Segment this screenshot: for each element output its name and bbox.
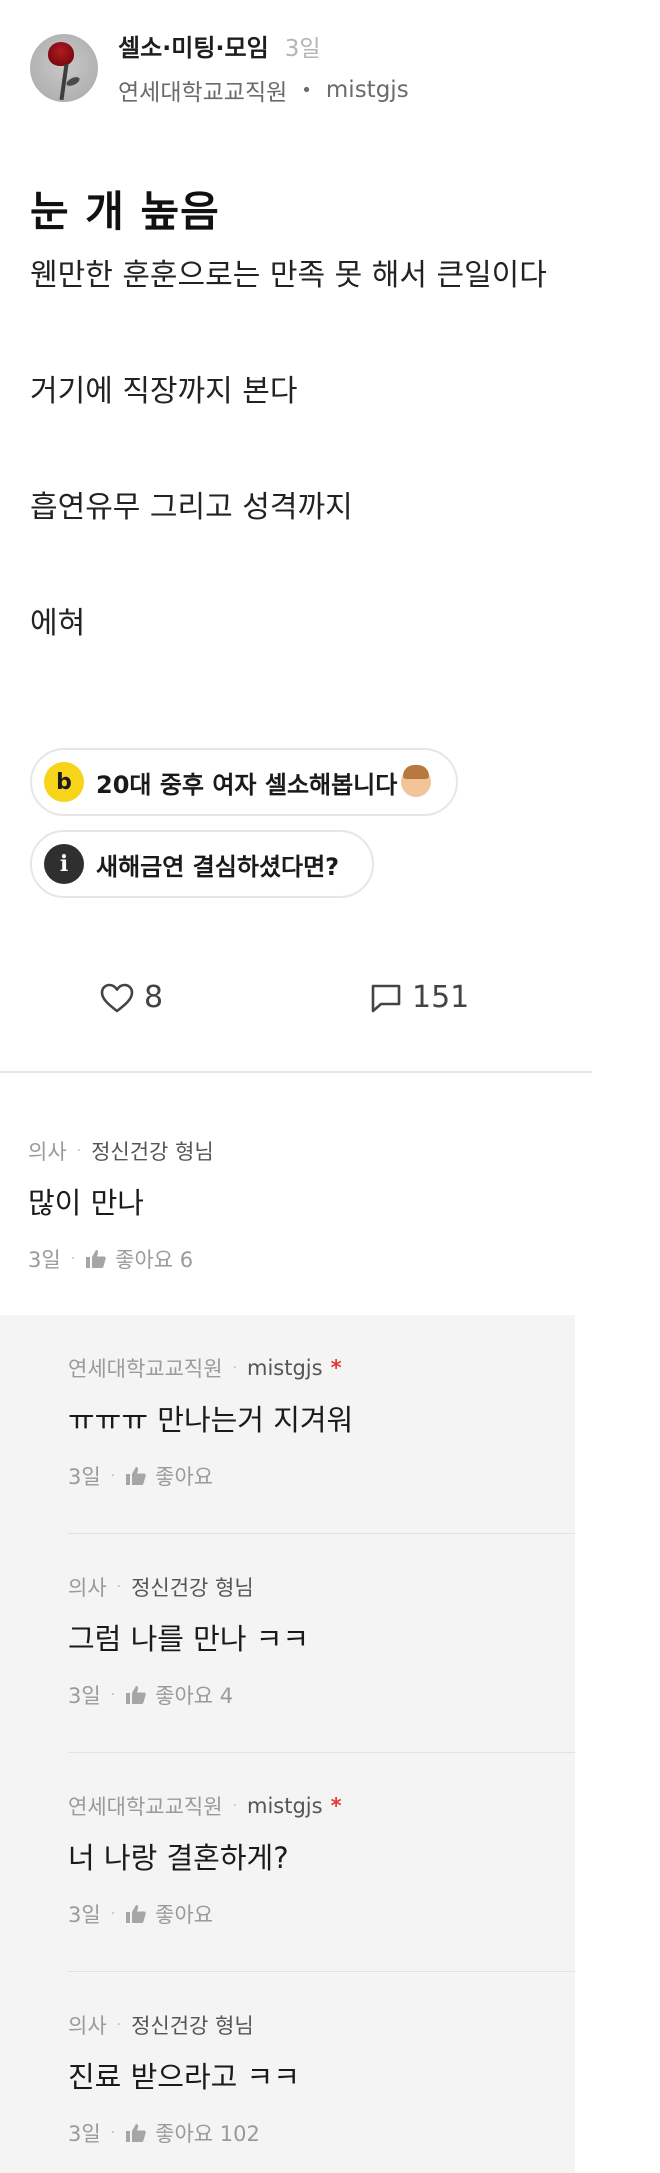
- avatar[interactable]: [30, 33, 98, 102]
- reply: 의사 · 정신건강 형님 진료 받으라고 ㅋㅋ 3일 · 좋아요 102: [68, 1972, 575, 2173]
- speech-bubble-icon: [371, 984, 401, 1012]
- section-divider: [0, 1071, 592, 1073]
- author-mark: *: [330, 1356, 342, 1380]
- like-count: 8: [144, 980, 164, 1015]
- reply-time: 3일: [68, 1684, 101, 1708]
- board-badge-icon: b: [44, 762, 84, 802]
- reply-like-label: 좋아요: [155, 1465, 214, 1489]
- reply: 연세대학교교직원 · mistgjs * ㅠㅠㅠ 만나는거 지겨워 3일 · 좋…: [68, 1315, 575, 1533]
- reply-text: 진료 받으라고 ㅋㅋ: [68, 2060, 300, 2094]
- reply-like-button[interactable]: 좋아요 4: [125, 1680, 233, 1710]
- post-body-line: 에혀: [30, 606, 86, 641]
- reply-time: 3일: [68, 1903, 101, 1927]
- reply-author[interactable]: mistgjs: [247, 1356, 323, 1380]
- comment-author[interactable]: 정신건강 형님: [91, 1136, 214, 1166]
- comment-like-label: 좋아요 6: [115, 1248, 194, 1272]
- reply-like-label: 좋아요 4: [155, 1684, 234, 1708]
- author-mark: *: [330, 1794, 342, 1818]
- reply-text: 너 나랑 결혼하게?: [68, 1841, 289, 1875]
- related-post-label: 새해금연 결심하셨다면?: [96, 852, 340, 881]
- reply-company: 연세대학교교직원: [68, 1357, 223, 1381]
- info-icon: i: [44, 844, 84, 884]
- reply-author[interactable]: 정신건강 형님: [131, 1572, 254, 1602]
- post-body-line: 흡연유무 그리고 성격까지: [30, 490, 353, 525]
- comment-text: 많이 만나: [28, 1186, 144, 1220]
- heart-outline-icon: [100, 983, 134, 1012]
- comment-count: 151: [412, 980, 470, 1015]
- related-post-chip[interactable]: b 20대 중후 여자 셀소해봅니다: [30, 748, 458, 816]
- comment-company: 의사: [28, 1140, 67, 1164]
- comment-like-button[interactable]: 좋아요 6: [85, 1244, 193, 1274]
- like-button[interactable]: 8: [100, 980, 163, 1015]
- reply: 연세대학교교직원 · mistgjs * 너 나랑 결혼하게? 3일 · 좋아요: [68, 1753, 575, 1971]
- reply-time: 3일: [68, 1465, 101, 1489]
- post-actions: 8 151: [0, 962, 592, 1032]
- post-body-line: 거기에 직장까지 본다: [30, 374, 298, 409]
- post-body-line: 웬만한 훈훈으로는 만족 못 해서 큰일이다: [30, 258, 547, 293]
- comment-time: 3일: [28, 1248, 61, 1272]
- related-post-chip[interactable]: i 새해금연 결심하셨다면?: [30, 830, 374, 898]
- author-nickname[interactable]: mistgjs: [326, 77, 409, 103]
- post-body: 웬만한 훈훈으로는 만족 못 해서 큰일이다 거기에 직장까지 본다 흡연유무 …: [30, 258, 630, 722]
- reply-company: 의사: [68, 2014, 107, 2038]
- person-emoji-icon: [401, 765, 432, 797]
- related-post-label: 20대 중후 여자 셀소해봅니다: [96, 770, 398, 799]
- reply-company: 의사: [68, 1576, 107, 1600]
- post-meta: 셀소·미팅·모임 3일 연세대학교교직원 • mistgjs: [118, 28, 409, 107]
- reply-like-button[interactable]: 좋아요: [125, 1461, 213, 1491]
- thumbs-up-icon: [126, 2124, 146, 2142]
- meta-separator: •: [301, 79, 312, 101]
- thumbs-up-icon: [126, 1467, 146, 1485]
- post-header: 셀소·미팅·모임 3일 연세대학교교직원 • mistgjs: [30, 28, 630, 107]
- replies-section: 연세대학교교직원 · mistgjs * ㅠㅠㅠ 만나는거 지겨워 3일 · 좋…: [0, 1315, 575, 2173]
- reply-like-button[interactable]: 좋아요: [125, 1899, 213, 1929]
- reply-like-label: 좋아요 102: [155, 2122, 260, 2146]
- reply: 의사 · 정신건강 형님 그럼 나를 만나 ㅋㅋ 3일 · 좋아요 4: [68, 1534, 575, 1752]
- post-title: 눈 개 높음: [30, 187, 220, 236]
- thumbs-up-icon: [126, 1905, 146, 1923]
- post-time: 3일: [284, 36, 321, 62]
- comment-button[interactable]: 151: [370, 980, 469, 1015]
- author-company: 연세대학교교직원: [118, 80, 288, 106]
- reply-author[interactable]: 정신건강 형님: [131, 2010, 254, 2040]
- reply-text: ㅠㅠㅠ 만나는거 지겨워: [68, 1403, 354, 1437]
- reply-time: 3일: [68, 2122, 101, 2146]
- board-name[interactable]: 셀소·미팅·모임: [118, 28, 269, 63]
- reply-text: 그럼 나를 만나 ㅋㅋ: [68, 1622, 310, 1656]
- comment: 의사 · 정신건강 형님 많이 만나 3일 · 좋아요 6: [0, 1110, 575, 1315]
- reply-like-label: 좋아요: [155, 1903, 214, 1927]
- thumbs-up-icon: [126, 1686, 146, 1704]
- reply-author[interactable]: mistgjs: [247, 1794, 323, 1818]
- reply-like-button[interactable]: 좋아요 102: [125, 2118, 260, 2148]
- rose-image: [48, 41, 74, 66]
- reply-company: 연세대학교교직원: [68, 1795, 223, 1819]
- thumbs-up-icon: [86, 1250, 106, 1268]
